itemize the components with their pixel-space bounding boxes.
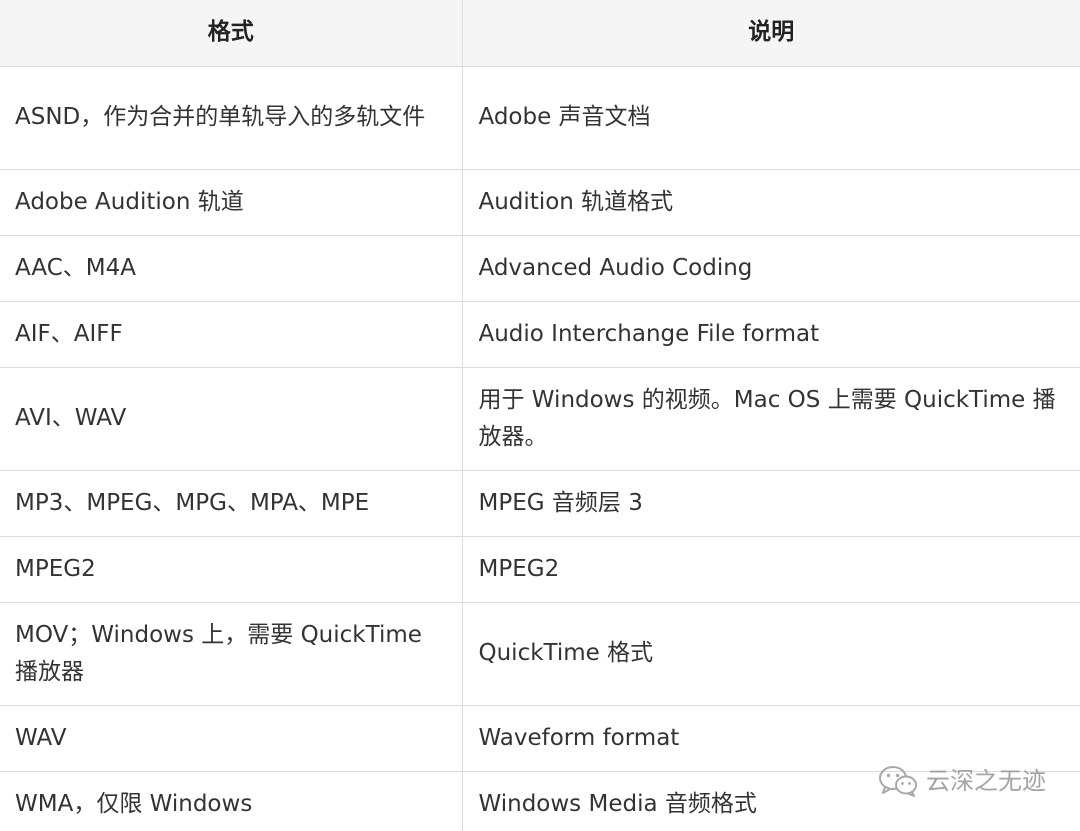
table-row: MP3、MPEG、MPG、MPA、MPE MPEG 音频层 3 <box>0 470 1080 537</box>
description-cell: Advanced Audio Coding <box>462 235 1080 302</box>
header-row: 格式 说明 <box>0 0 1080 67</box>
table-row: WAV Waveform format <box>0 705 1080 772</box>
format-cell: AAC、M4A <box>0 235 463 302</box>
format-cell: MP3、MPEG、MPG、MPA、MPE <box>0 470 463 537</box>
description-cell: MPEG 音频层 3 <box>462 470 1080 537</box>
table-row: AAC、M4A Advanced Audio Coding <box>0 235 1080 302</box>
description-cell: QuickTime 格式 <box>462 602 1080 706</box>
description-cell: Windows Media 音频格式 <box>462 771 1080 831</box>
table-row: Adobe Audition 轨道 Audition 轨道格式 <box>0 169 1080 236</box>
description-cell: Audition 轨道格式 <box>462 169 1080 236</box>
table-row: ASND，作为合并的单轨导入的多轨文件 Adobe 声音文档 <box>0 66 1080 170</box>
table-row: AVI、WAV 用于 Windows 的视频。Mac OS 上需要 QuickT… <box>0 367 1080 471</box>
description-cell: Audio Interchange File format <box>462 301 1080 368</box>
format-cell: WMA，仅限 Windows <box>0 771 463 831</box>
description-cell: Waveform format <box>462 705 1080 772</box>
format-cell: AIF、AIFF <box>0 301 463 368</box>
header-description: 说明 <box>462 0 1080 67</box>
format-cell: ASND，作为合并的单轨导入的多轨文件 <box>0 66 463 170</box>
description-cell: Adobe 声音文档 <box>462 66 1080 170</box>
table-body: ASND，作为合并的单轨导入的多轨文件 Adobe 声音文档 Adobe Aud… <box>0 66 1080 831</box>
format-cell: AVI、WAV <box>0 367 463 471</box>
table-row: AIF、AIFF Audio Interchange File format <box>0 301 1080 368</box>
format-cell: MOV；Windows 上，需要 QuickTime 播放器 <box>0 602 463 706</box>
format-cell: MPEG2 <box>0 536 463 603</box>
description-cell: 用于 Windows 的视频。Mac OS 上需要 QuickTime 播放器。 <box>462 367 1080 471</box>
table-row: MOV；Windows 上，需要 QuickTime 播放器 QuickTime… <box>0 602 1080 706</box>
format-cell: WAV <box>0 705 463 772</box>
table-header: 格式 说明 <box>0 0 1080 67</box>
table-row: WMA，仅限 Windows Windows Media 音频格式 <box>0 771 1080 831</box>
table-row: MPEG2 MPEG2 <box>0 536 1080 603</box>
header-format: 格式 <box>0 0 463 67</box>
format-cell: Adobe Audition 轨道 <box>0 169 463 236</box>
description-cell: MPEG2 <box>462 536 1080 603</box>
format-table: 格式 说明 ASND，作为合并的单轨导入的多轨文件 Adobe 声音文档 Ado… <box>0 0 1080 831</box>
